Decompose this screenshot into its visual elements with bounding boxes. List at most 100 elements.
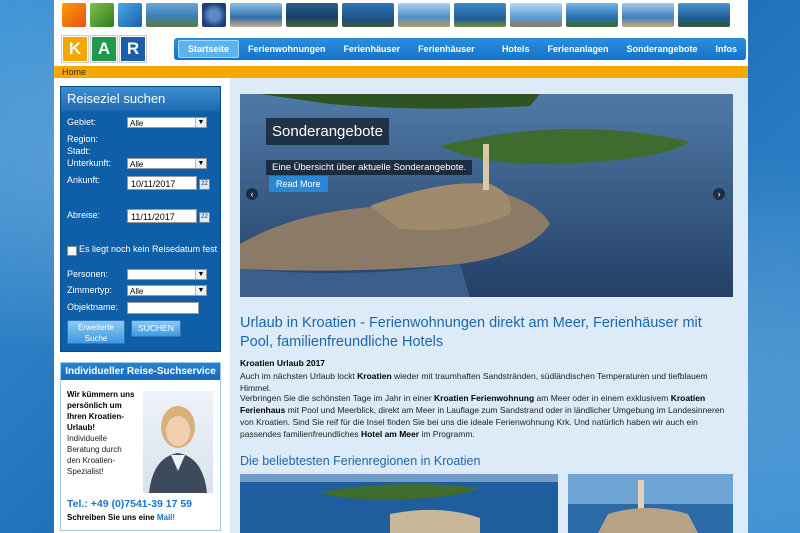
nav-ferienhaeuser[interactable]: Ferienhäuser <box>335 41 410 57</box>
service-panel-title: Individueller Reise-Suchservice <box>61 363 220 380</box>
service-bold-line: Ihren Kroatien- <box>67 412 124 421</box>
p2-text: im Programm. <box>419 429 475 439</box>
thumbnail-image[interactable] <box>90 3 114 27</box>
service-line: Individuelle <box>67 434 108 443</box>
zimmertyp-select-value: Alle <box>130 287 144 296</box>
logo-letter-a: A <box>91 36 117 62</box>
calendar-icon[interactable]: 22 <box>199 179 210 190</box>
service-bold-line: persönlich um <box>67 401 122 410</box>
thumbnail-image[interactable] <box>286 3 338 27</box>
nav-infos[interactable]: Infos <box>707 41 747 57</box>
search-submit-button[interactable]: SUCHEN <box>131 320 181 337</box>
personen-label: Personen: <box>67 269 109 279</box>
zimmertyp-select[interactable]: Alle ▼ <box>127 285 207 296</box>
search-panel-title: Reiseziel suchen <box>61 87 220 111</box>
thumbnail-image[interactable] <box>510 3 562 27</box>
personen-select[interactable]: ▼ <box>127 269 207 280</box>
unterkunft-select-value: Alle <box>130 160 144 169</box>
service-text: Wir kümmern uns persönlich um Ihren Kroa… <box>67 389 143 477</box>
nav-ferienanlagen[interactable]: Ferienanlagen <box>538 41 617 57</box>
abreise-date-input[interactable]: 11/11/2017 <box>127 209 197 223</box>
region-image[interactable] <box>568 474 733 533</box>
unterkunft-label: Unterkunft: <box>67 158 112 168</box>
stadt-label: Stadt: <box>67 146 91 156</box>
page-title: Urlaub in Kroatien - Ferienwohnungen dir… <box>240 315 702 350</box>
thumbnail-image[interactable] <box>342 3 394 27</box>
consultant-photo <box>143 391 213 493</box>
nav-sonderangebote[interactable]: Sonderangebote <box>617 41 706 57</box>
unterkunft-select[interactable]: Alle ▼ <box>127 158 207 169</box>
objektname-input[interactable] <box>127 302 199 314</box>
p2-bold: Hotel am Meer <box>360 429 420 439</box>
chevron-down-icon: ▼ <box>195 286 206 295</box>
abreise-label: Abreise: <box>67 210 101 220</box>
p2-text: mit Pool und Meerblick, direkt am Meer i… <box>240 405 725 439</box>
no-date-checkbox[interactable] <box>67 246 77 256</box>
search-panel: Reiseziel suchen Gebiet: Alle ▼ Region: … <box>60 86 221 352</box>
advanced-search-button[interactable]: Erweiterte Suche <box>67 320 125 344</box>
service-line: Spezialist! <box>67 467 104 476</box>
hero-slider[interactable]: Sonderangebote Eine Übersicht über aktue… <box>240 94 733 297</box>
regions-heading: Die beliebtesten Ferienregionen in Kroat… <box>240 454 481 468</box>
sidebar: Reiseziel suchen Gebiet: Alle ▼ Region: … <box>60 86 221 531</box>
thumbnail-image[interactable] <box>62 3 86 27</box>
service-bold-line: Urlaub! <box>67 423 95 432</box>
chevron-left-icon[interactable]: ‹ <box>246 188 258 200</box>
advanced-search-label-2: Suche <box>84 334 108 343</box>
thumbnail-image[interactable] <box>230 3 282 27</box>
intro-paragraph-2: Verbringen Sie die schönsten Tage im Jah… <box>240 392 730 440</box>
zimmertyp-label: Zimmertyp: <box>67 285 112 295</box>
breadcrumb-home-link[interactable]: Home <box>62 67 86 77</box>
thumbnail-image[interactable] <box>118 3 142 27</box>
thumbnail-image[interactable] <box>454 3 506 27</box>
thumbnail-image[interactable] <box>566 3 618 27</box>
breadcrumb: Home <box>54 66 748 78</box>
p2-text: am Meer oder in einem exklusivem <box>534 393 671 403</box>
intro-paragraph-1: Auch im nächsten Urlaub lockt Kroatien w… <box>240 370 730 394</box>
thumbnail-image[interactable] <box>398 3 450 27</box>
gebiet-select-value: Alle <box>130 119 144 128</box>
chevron-down-icon: ▼ <box>195 159 206 168</box>
nav-startseite[interactable]: Startseite <box>178 40 240 58</box>
service-line: Beratung durch <box>67 445 122 454</box>
thumbnail-image[interactable] <box>622 3 674 27</box>
thumbnail-strip <box>62 3 730 27</box>
p2-text: Verbringen Sie die schönsten Tage im Jah… <box>240 393 435 403</box>
logo-letter-r: R <box>120 36 146 62</box>
calendar-icon[interactable]: 22 <box>199 212 210 223</box>
region-image[interactable] <box>240 474 558 533</box>
nav-ferienwohnungen[interactable]: Ferienwohnungen <box>239 41 335 57</box>
service-mail-link[interactable]: Mail! <box>157 513 175 522</box>
nav-ferienhaeuser-mit-pool[interactable]: Ferienhäuser mit Pool <box>409 41 493 70</box>
hero-title: Sonderangebote <box>266 118 389 145</box>
gebiet-select[interactable]: Alle ▼ <box>127 117 207 128</box>
main-content: Sonderangebote Eine Übersicht über aktue… <box>230 78 748 533</box>
chevron-right-icon[interactable]: › <box>713 188 725 200</box>
page-container: K A R Startseite Ferienwohnungen Ferienh… <box>54 0 748 533</box>
p1-bold: Kroatien <box>357 371 392 381</box>
chevron-down-icon: ▼ <box>195 118 206 127</box>
logo-letter-k: K <box>62 36 88 62</box>
service-phone[interactable]: Tel.: +49 (0)7541-39 17 59 <box>67 498 192 510</box>
no-date-label: Es liegt noch kein Reisedatum fest <box>79 244 218 254</box>
thumbnail-image[interactable] <box>146 3 198 27</box>
objektname-label: Objektname: <box>67 302 119 312</box>
intro-heading: Kroatien Urlaub 2017 <box>240 358 326 368</box>
region-label: Region: <box>67 134 99 144</box>
service-panel: Individueller Reise-Suchservice Wir kümm… <box>60 362 221 531</box>
gebiet-label: Gebiet: <box>67 117 97 127</box>
nav-hotels[interactable]: Hotels <box>493 41 539 57</box>
p1-text: Auch im nächsten Urlaub lockt <box>240 371 358 381</box>
chevron-down-icon: ▼ <box>195 270 206 279</box>
site-logo[interactable]: K A R <box>62 36 146 62</box>
thumbnail-image[interactable] <box>678 3 730 27</box>
service-bold-line: Wir kümmern uns <box>67 390 135 399</box>
service-mail-line: Schreiben Sie uns eine Mail! <box>67 513 175 522</box>
p2-bold: Kroatien Ferienwohnung <box>434 393 535 403</box>
hero-read-more-button[interactable]: Read More <box>269 176 328 192</box>
thumbnail-image[interactable] <box>202 3 226 27</box>
advanced-search-label-1: Erweiterte <box>77 323 114 332</box>
service-mail-prefix: Schreiben Sie uns eine <box>67 513 155 522</box>
hero-subtitle: Eine Übersicht über aktuelle Sonderangeb… <box>266 160 473 175</box>
anreise-date-input[interactable]: 10/11/2017 <box>127 176 197 190</box>
